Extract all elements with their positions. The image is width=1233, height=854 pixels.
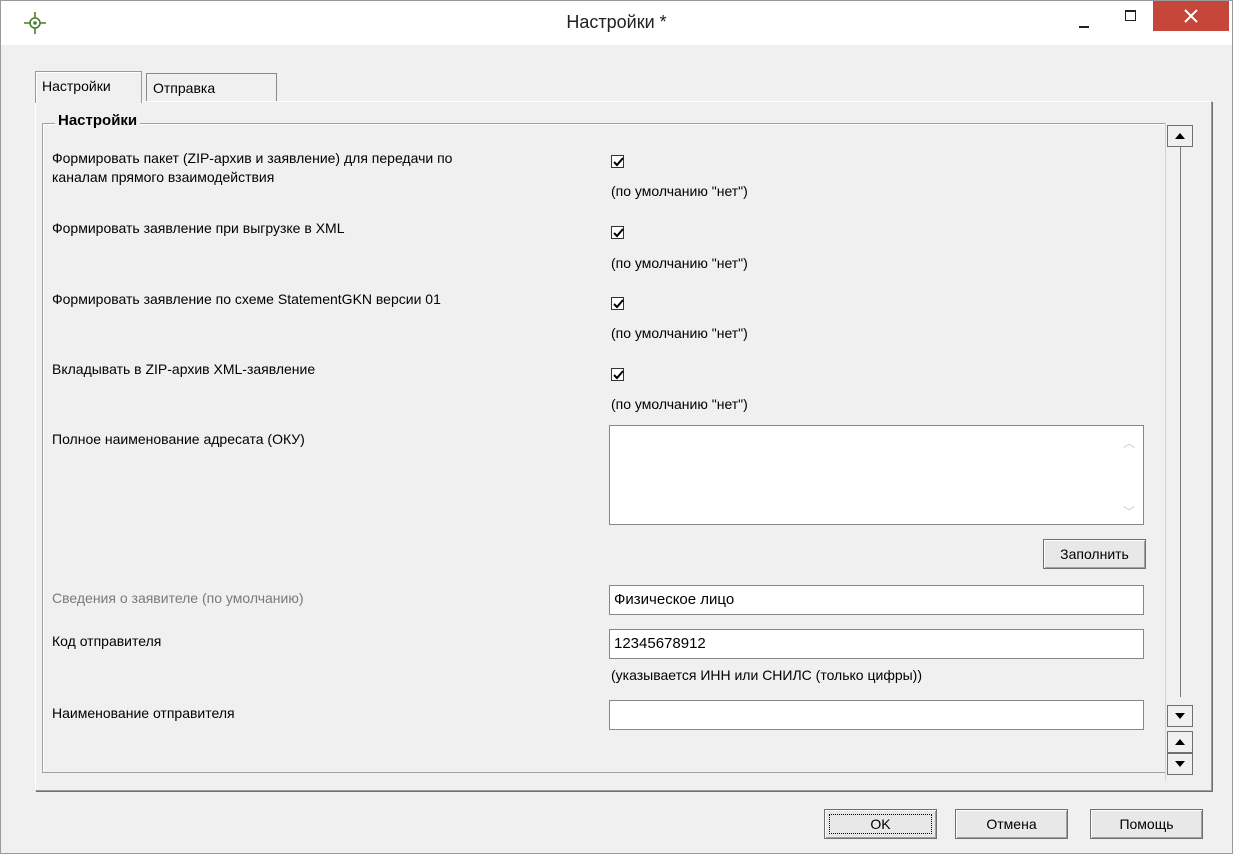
tab-sending[interactable]: Отправка xyxy=(146,73,277,102)
recipient-textarea[interactable]: ︿ ﹀ xyxy=(609,425,1144,525)
applicant-label: Сведения о заявителе (по умолчанию) xyxy=(52,590,304,606)
recipient-label: Полное наименование адресата (ОКУ) xyxy=(52,431,305,447)
ok-button[interactable]: OK xyxy=(824,809,937,839)
sender-code-label: Код отправителя xyxy=(52,633,162,649)
maximize-icon xyxy=(1125,10,1136,21)
cancel-button[interactable]: Отмена xyxy=(955,809,1068,839)
help-button[interactable]: Помощь xyxy=(1090,809,1203,839)
applicant-field[interactable]: Физическое лицо xyxy=(609,585,1144,615)
checkmark-icon xyxy=(613,228,624,238)
vertical-scrollbar[interactable] xyxy=(1165,123,1196,781)
setting-label-line1: Формировать пакет (ZIP-архив и заявление… xyxy=(52,150,453,166)
arrow-down-icon xyxy=(1175,761,1185,767)
tab-settings[interactable]: Настройки xyxy=(35,71,142,103)
setting-label-line2: каналам прямого взаимодействия xyxy=(52,169,275,185)
chevron-up-icon: ︿ xyxy=(1122,436,1135,450)
sender-name-field[interactable] xyxy=(609,700,1144,730)
chevron-down-icon: ﹀ xyxy=(1122,505,1135,519)
default-hint: (по умолчанию "нет") xyxy=(611,325,748,341)
maximize-button[interactable] xyxy=(1109,1,1155,31)
setting-label-zip-xml: Вкладывать в ZIP-архив XML-заявление xyxy=(52,361,316,377)
scroll-track[interactable] xyxy=(1180,147,1181,697)
close-icon xyxy=(1184,9,1198,23)
sender-code-hint: (указывается ИНН или СНИЛС (только цифры… xyxy=(611,667,923,683)
xml-export-checkbox[interactable] xyxy=(611,226,624,239)
minimize-icon xyxy=(1079,26,1089,28)
arrow-down-icon xyxy=(1175,713,1185,719)
arrow-up-icon xyxy=(1175,739,1185,745)
checkmark-icon xyxy=(613,157,624,167)
title-bar[interactable]: Настройки * xyxy=(1,1,1232,45)
scroll-up-button[interactable] xyxy=(1167,125,1193,147)
checkmark-icon xyxy=(613,370,624,380)
statement-gkn-checkbox[interactable] xyxy=(611,297,624,310)
scroll-down-button[interactable] xyxy=(1167,705,1193,727)
sender-name-label: Наименование отправителя xyxy=(52,705,235,721)
window-title: Настройки * xyxy=(566,12,667,32)
arrow-up-icon xyxy=(1175,133,1185,139)
setting-label-zip-package: Формировать пакет (ZIP-архив и заявление… xyxy=(52,149,452,187)
focus-rectangle xyxy=(829,814,932,834)
setting-label-xml-export: Формировать заявление при выгрузке в XML xyxy=(52,220,345,236)
setting-label-statement-gkn: Формировать заявление по схеме Statement… xyxy=(52,291,441,307)
checkmark-icon xyxy=(613,299,624,309)
close-button[interactable] xyxy=(1153,1,1229,31)
group-title: Настройки xyxy=(55,112,141,129)
outer-scroll-up-button[interactable] xyxy=(1167,731,1193,753)
zip-package-checkbox[interactable] xyxy=(611,155,624,168)
zip-xml-checkbox[interactable] xyxy=(611,368,624,381)
outer-scroll-down-button[interactable] xyxy=(1167,753,1193,775)
sender-code-field[interactable]: 12345678912 xyxy=(609,629,1144,659)
minimize-button[interactable] xyxy=(1063,1,1109,31)
fill-button[interactable]: Заполнить xyxy=(1043,539,1146,569)
default-hint: (по умолчанию "нет") xyxy=(611,183,748,199)
default-hint: (по умолчанию "нет") xyxy=(611,396,748,412)
settings-dialog: Настройки * Настройки Отправка Настройки… xyxy=(0,0,1233,854)
default-hint: (по умолчанию "нет") xyxy=(611,255,748,271)
